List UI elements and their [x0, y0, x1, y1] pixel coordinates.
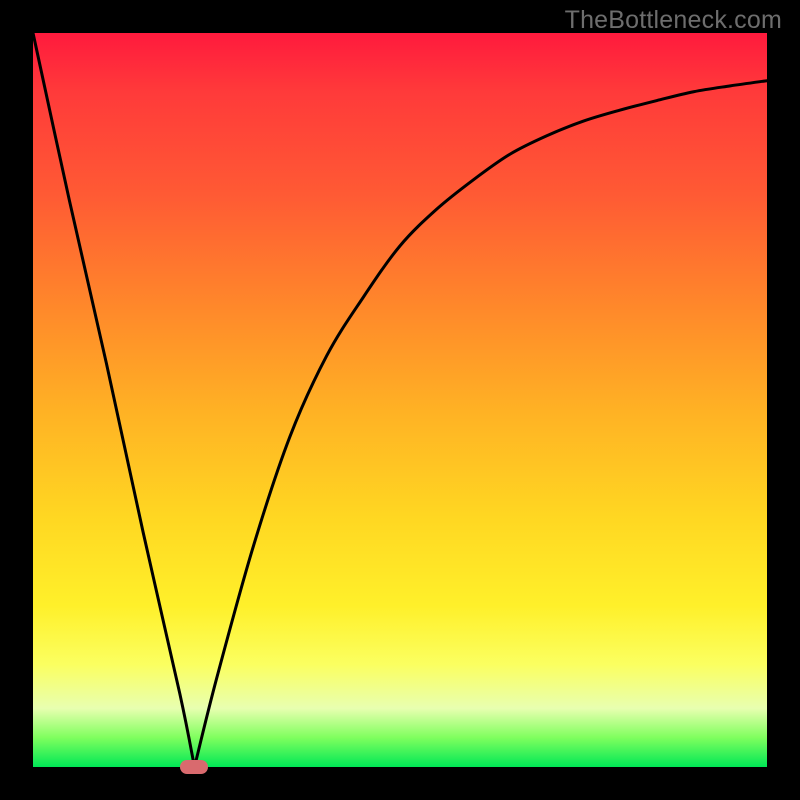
bottleneck-curve [33, 33, 767, 767]
watermark-text: TheBottleneck.com [565, 6, 782, 35]
plot-area [33, 33, 767, 767]
chart-frame: TheBottleneck.com [0, 0, 800, 800]
minimum-marker [180, 760, 208, 774]
